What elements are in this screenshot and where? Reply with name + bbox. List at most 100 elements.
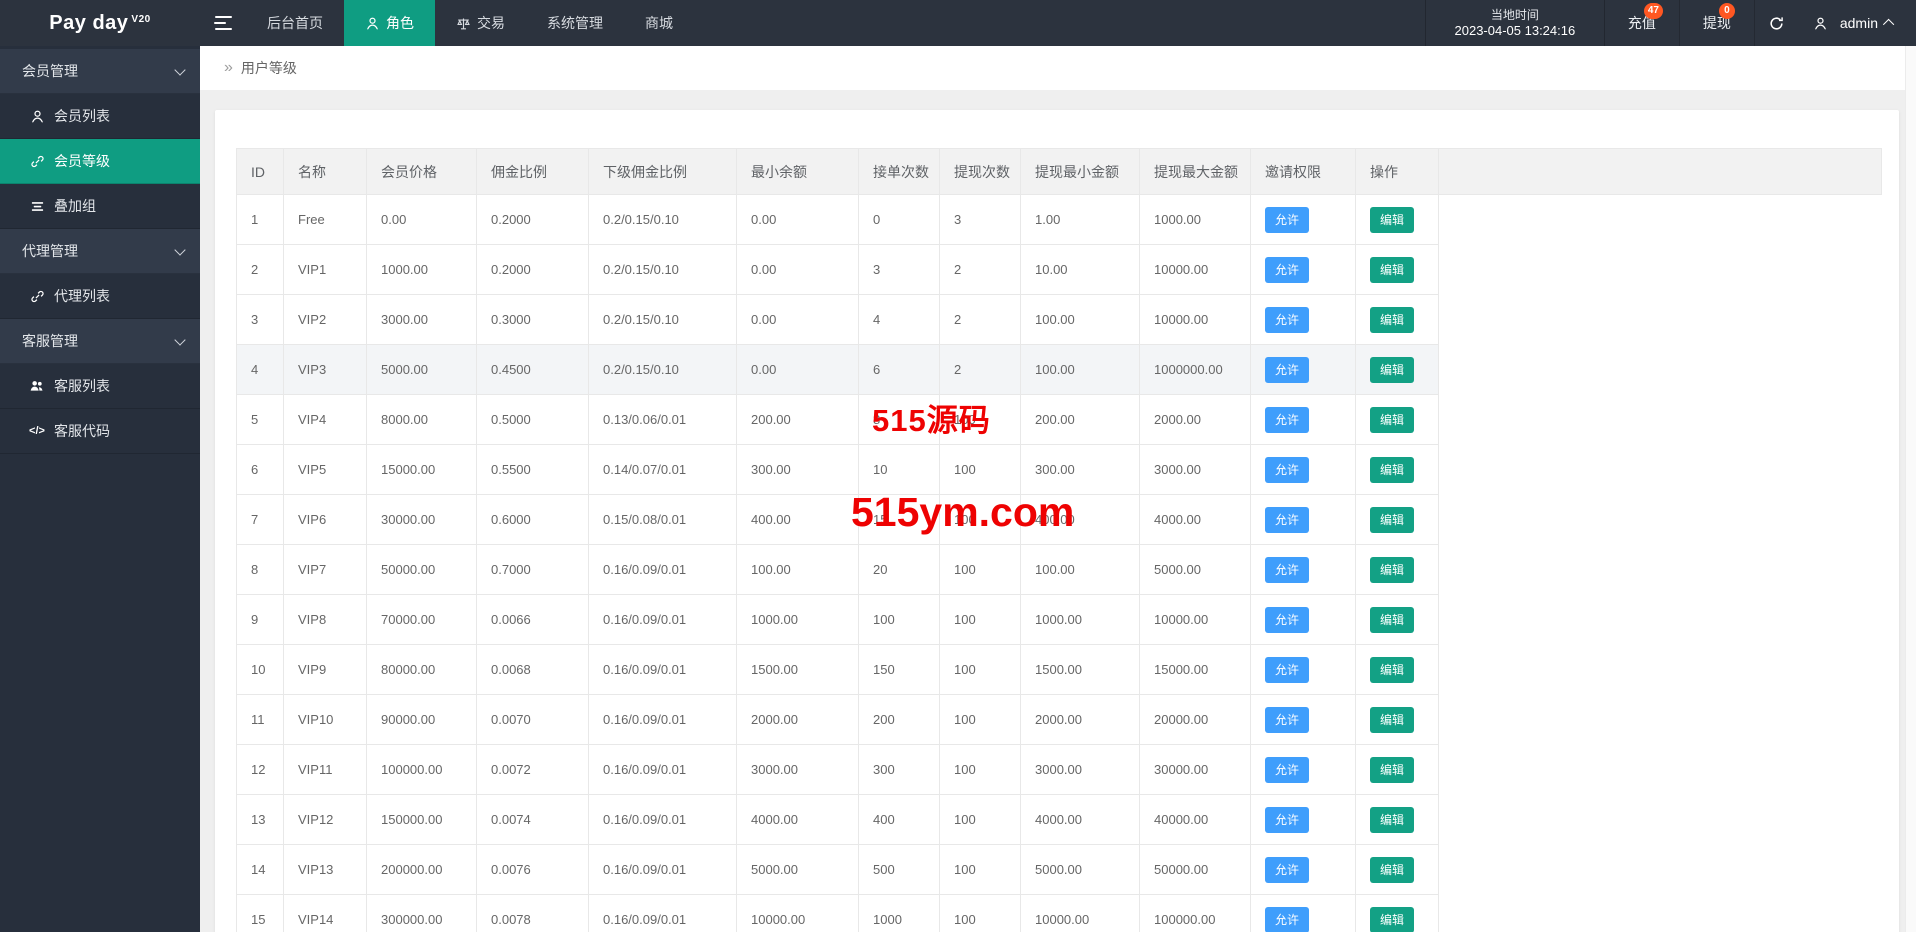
column-header: 提现最大金额 (1139, 148, 1251, 195)
allow-button[interactable]: 允许 (1265, 256, 1310, 283)
top-menu-item[interactable]: 角色 (344, 0, 435, 46)
table-cell: 30000.00 (366, 494, 477, 545)
table-cell: 8000.00 (366, 394, 477, 445)
actions-cell: 编辑 (1355, 894, 1439, 932)
table-cell: 3000.00 (1020, 744, 1140, 795)
edit-button[interactable]: 编辑 (1370, 206, 1415, 233)
top-menu-item-label: 角色 (386, 15, 414, 31)
empty-cell (1438, 794, 1882, 845)
edit-button[interactable]: 编辑 (1370, 656, 1415, 683)
sidebar-label: 代理列表 (54, 288, 110, 304)
table-cell: 4000.00 (736, 794, 859, 845)
table-cell: 100 (939, 744, 1021, 795)
allow-button[interactable]: 允许 (1265, 356, 1310, 383)
edit-button[interactable]: 编辑 (1370, 606, 1415, 633)
invite-permission-cell: 允许 (1250, 644, 1356, 695)
edit-button[interactable]: 编辑 (1370, 856, 1415, 883)
allow-button[interactable]: 允许 (1265, 756, 1310, 783)
sidebar-item-客服列表[interactable]: 客服列表 (0, 364, 200, 409)
allow-button[interactable]: 允许 (1265, 456, 1310, 483)
top-menu-item[interactable]: 交易 (435, 0, 526, 46)
table-cell: 0.16/0.09/0.01 (588, 544, 737, 595)
top-menu-item[interactable]: 商城 (624, 0, 694, 46)
user-menu[interactable]: admin (1799, 0, 1916, 46)
breadcrumb-icon: » (224, 59, 233, 76)
allow-button[interactable]: 允许 (1265, 556, 1310, 583)
sidebar-label: 代理管理 (22, 243, 78, 259)
allow-button[interactable]: 允许 (1265, 906, 1310, 932)
allow-button[interactable]: 允许 (1265, 306, 1310, 333)
withdraw-button[interactable]: 提现 0 (1680, 0, 1755, 46)
allow-button[interactable]: 允许 (1265, 806, 1310, 833)
table-cell: 400 (858, 794, 940, 845)
table-cell: 100000.00 (366, 744, 477, 795)
table-cell: 0.00 (736, 294, 859, 345)
sidebar-item-客服代码[interactable]: </> 客服代码 (0, 409, 200, 454)
table-row: 4 VIP3 5000.00 0.4500 0.2/0.15/0.10 0.00 6 2 100… (236, 344, 1882, 395)
column-header: 下级佣金比例 (588, 148, 737, 195)
sidebar-toggle-icon[interactable] (200, 0, 246, 46)
sidebar-group-客服管理[interactable]: 客服管理 (0, 319, 200, 364)
allow-button[interactable]: 允许 (1265, 506, 1310, 533)
table-cell: 0.5000 (476, 394, 589, 445)
table-cell: VIP10 (283, 694, 367, 745)
sidebar-item-会员等级[interactable]: 会员等级 (0, 139, 200, 184)
table-cell: 0.14/0.07/0.01 (588, 444, 737, 495)
empty-cell (1438, 694, 1882, 745)
edit-button[interactable]: 编辑 (1370, 706, 1415, 733)
table-cell: 0.16/0.09/0.01 (588, 744, 737, 795)
table-cell: 4 (236, 344, 284, 395)
sidebar-group-代理管理[interactable]: 代理管理 (0, 229, 200, 274)
table-row: 13 VIP12 150000.00 0.0074 0.16/0.09/0.01 4000… (236, 794, 1882, 845)
edit-button[interactable]: 编辑 (1370, 806, 1415, 833)
edit-button[interactable]: 编辑 (1370, 506, 1415, 533)
edit-button[interactable]: 编辑 (1370, 306, 1415, 333)
sidebar-item-叠加组[interactable]: 叠加组 (0, 184, 200, 229)
table-cell: 0.0068 (476, 644, 589, 695)
table-cell: 1000.00 (1020, 594, 1140, 645)
allow-button[interactable]: 允许 (1265, 656, 1310, 683)
refresh-icon[interactable] (1755, 0, 1799, 46)
table-cell: 10000.00 (736, 894, 859, 932)
empty-cell (1438, 194, 1882, 245)
actions-cell: 编辑 (1355, 544, 1439, 595)
allow-button[interactable]: 允许 (1265, 856, 1310, 883)
table-cell: 90000.00 (366, 694, 477, 745)
allow-button[interactable]: 允许 (1265, 206, 1310, 233)
username: admin (1839, 15, 1878, 31)
invite-permission-cell: 允许 (1250, 844, 1356, 895)
person-icon (28, 109, 46, 124)
edit-button[interactable]: 编辑 (1370, 456, 1415, 483)
column-header: ID (236, 148, 284, 195)
column-header: 提现次数 (939, 148, 1021, 195)
table-cell: 1000.00 (366, 244, 477, 295)
column-header-empty (1438, 148, 1882, 195)
table-cell: VIP14 (283, 894, 367, 932)
empty-cell (1438, 844, 1882, 895)
top-menu-item[interactable]: 后台首页 (246, 0, 344, 46)
table-cell: 200.00 (1020, 394, 1140, 445)
table-cell: 100 (939, 444, 1021, 495)
sidebar-group-会员管理[interactable]: 会员管理 (0, 49, 200, 94)
table-cell: 100.00 (1020, 344, 1140, 395)
topbar: Pay day V20 后台首页 角色 交易 系统管理 商城 当地时间 2023-04-0… (0, 0, 1916, 46)
allow-button[interactable]: 允许 (1265, 406, 1310, 433)
column-header: 操作 (1355, 148, 1439, 195)
table-cell: VIP4 (283, 394, 367, 445)
top-menu-item-label: 后台首页 (267, 15, 323, 31)
edit-button[interactable]: 编辑 (1370, 556, 1415, 583)
edit-button[interactable]: 编辑 (1370, 256, 1415, 283)
edit-button[interactable]: 编辑 (1370, 356, 1415, 383)
table-cell: VIP8 (283, 594, 367, 645)
allow-button[interactable]: 允许 (1265, 606, 1310, 633)
top-menu-item[interactable]: 系统管理 (526, 0, 624, 46)
sidebar-item-代理列表[interactable]: 代理列表 (0, 274, 200, 319)
edit-button[interactable]: 编辑 (1370, 756, 1415, 783)
allow-button[interactable]: 允许 (1265, 706, 1310, 733)
recharge-button[interactable]: 充值 47 (1605, 0, 1680, 46)
table-cell: 5000.00 (1139, 544, 1251, 595)
edit-button[interactable]: 编辑 (1370, 906, 1415, 932)
sidebar-item-会员列表[interactable]: 会员列表 (0, 94, 200, 139)
table-cell: 50000.00 (1139, 844, 1251, 895)
edit-button[interactable]: 编辑 (1370, 406, 1415, 433)
